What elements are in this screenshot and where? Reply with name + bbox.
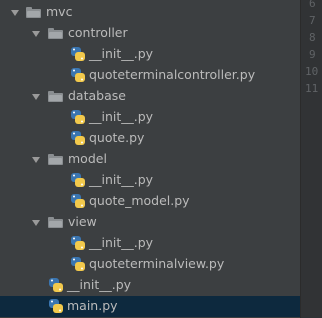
folder-icon: [26, 7, 41, 18]
python-file-icon: [71, 236, 85, 250]
tree-item-label: mvc: [46, 4, 73, 19]
tree-file-quoteterminalview[interactable]: quoteterminalview.py: [0, 254, 300, 275]
folder-icon: [48, 217, 63, 228]
tree-item-label: quote.py: [89, 130, 145, 145]
folder-icon: [48, 91, 63, 102]
tree-item-label: __init__.py: [89, 46, 154, 61]
tree-item-label: quote_model.py: [89, 193, 190, 208]
tree-file-database-init[interactable]: __init__.py: [0, 107, 300, 128]
line-number: 11: [305, 82, 319, 95]
project-tree-panel: mvc controller __init__.py quoteterminal…: [0, 0, 300, 318]
python-file-icon: [71, 47, 85, 61]
tree-item-label: quoteterminalcontroller.py: [89, 67, 256, 82]
tree-item-label: model: [68, 151, 107, 166]
line-number: 10: [305, 65, 319, 78]
editor-gutter: 6 7 8 9 10 11: [300, 0, 322, 318]
line-number: 9: [309, 48, 316, 61]
tree-folder-mvc[interactable]: mvc: [0, 2, 300, 23]
tree-file-model-init[interactable]: __init__.py: [0, 170, 300, 191]
tree-file-controller-init[interactable]: __init__.py: [0, 44, 300, 65]
tree-item-label: __init__.py: [89, 172, 154, 187]
chevron-down-icon[interactable]: [11, 10, 19, 16]
tree-file-view-init[interactable]: __init__.py: [0, 233, 300, 254]
tree-item-label: controller: [68, 25, 128, 40]
chevron-down-icon[interactable]: [32, 94, 40, 100]
tree-file-quote-model[interactable]: quote_model.py: [0, 191, 300, 212]
folder-icon: [48, 28, 63, 39]
tree-file-quote[interactable]: quote.py: [0, 128, 300, 149]
tree-item-label: __init__.py: [67, 277, 132, 292]
tree-item-label: __init__.py: [89, 109, 154, 124]
tree-folder-model[interactable]: model: [0, 149, 300, 170]
line-number: 8: [309, 31, 316, 44]
tree-item-label: main.py: [67, 298, 118, 313]
python-file-icon: [49, 299, 63, 313]
python-file-icon: [71, 68, 85, 82]
chevron-down-icon[interactable]: [32, 220, 40, 226]
tree-item-label: view: [68, 214, 97, 229]
python-file-icon: [71, 194, 85, 208]
line-number: 6: [309, 0, 316, 10]
chevron-down-icon[interactable]: [32, 157, 40, 163]
tree-file-main[interactable]: main.py: [0, 296, 300, 317]
python-file-icon: [49, 278, 63, 292]
python-file-icon: [71, 131, 85, 145]
python-file-icon: [71, 110, 85, 124]
tree-item-label: quoteterminalview.py: [89, 256, 225, 271]
python-file-icon: [71, 257, 85, 271]
folder-icon: [48, 154, 63, 165]
tree-folder-controller[interactable]: controller: [0, 23, 300, 44]
tree-folder-view[interactable]: view: [0, 212, 300, 233]
tree-folder-database[interactable]: database: [0, 86, 300, 107]
tree-file-root-init[interactable]: __init__.py: [0, 275, 300, 296]
python-file-icon: [71, 173, 85, 187]
line-number: 7: [309, 14, 316, 27]
tree-item-label: database: [68, 88, 126, 103]
tree-item-label: __init__.py: [89, 235, 154, 250]
chevron-down-icon[interactable]: [32, 31, 40, 37]
tree-file-quoteterminalcontroller[interactable]: quoteterminalcontroller.py: [0, 65, 300, 86]
